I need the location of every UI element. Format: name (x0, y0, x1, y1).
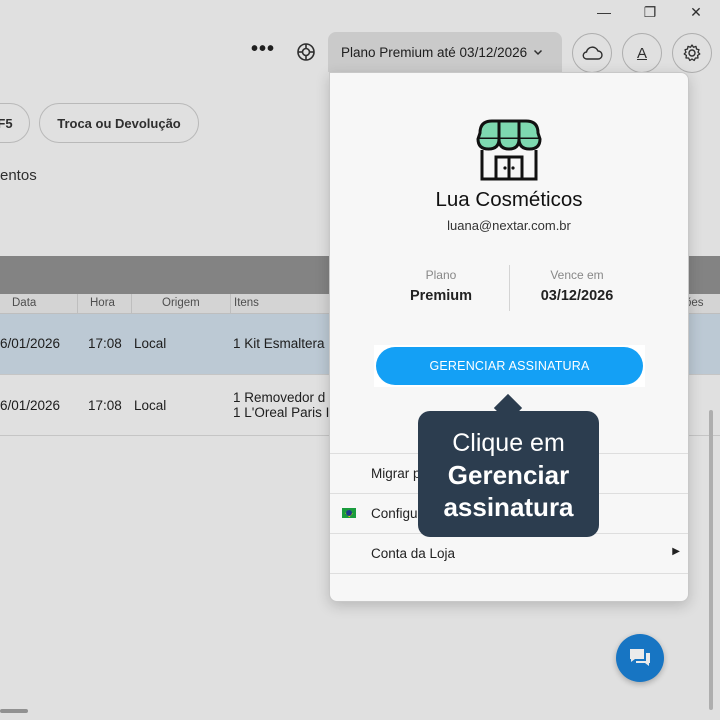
plan-dropdown-button[interactable]: Plano Premium até 03/12/2026 (328, 32, 562, 72)
settings-button[interactable] (672, 33, 712, 73)
close-button[interactable]: ✕ (676, 2, 716, 22)
store-email: luana@nextar.com.br (447, 218, 571, 233)
column-divider (230, 294, 231, 314)
support-icon[interactable] (292, 38, 320, 66)
plan-dropdown-label: Plano Premium até 03/12/2026 (341, 44, 528, 60)
menu-item-label: Migrar p (371, 466, 421, 481)
cloud-sync-button[interactable] (572, 33, 612, 73)
menu-item-label: Configu (371, 506, 418, 521)
cell-item: 1 L'Oreal Paris I (233, 405, 330, 420)
vertical-scrollbar[interactable] (709, 410, 713, 710)
tooltip-line-1: Clique em (452, 429, 565, 457)
maximize-button[interactable]: ❐ (630, 2, 670, 22)
menu-item-empty (330, 573, 688, 601)
plan-value: Premium (409, 288, 473, 304)
col-itens[interactable]: Itens (234, 297, 259, 309)
cell-data: 6/01/2026 (0, 398, 61, 413)
cell-hora: 17:08 (88, 398, 122, 413)
cell-origem: Local (134, 336, 167, 351)
store-name: Lua Cosméticos (435, 188, 583, 211)
manage-highlight: GERENCIAR ASSINATURA (374, 345, 645, 387)
column-divider (131, 294, 132, 314)
menu-item-label: Conta da Loja (371, 546, 456, 561)
chat-icon (630, 649, 650, 666)
cell-origem: Local (134, 398, 167, 413)
cell-data: 6/01/2026 (0, 336, 61, 351)
tooltip-line-3: assinatura (443, 492, 574, 522)
cloud-icon (582, 46, 603, 60)
gear-icon (683, 44, 701, 62)
due-value: 03/12/2026 (540, 288, 614, 304)
troca-devolucao-button[interactable]: Troca ou Devolução (39, 103, 199, 143)
chat-button[interactable] (616, 634, 664, 682)
cell-item: 1 Kit Esmaltera (233, 336, 325, 351)
more-options-button[interactable]: ••• (248, 38, 278, 66)
col-hora[interactable]: Hora (90, 297, 115, 309)
manage-subscription-button[interactable]: GERENCIAR ASSINATURA (376, 347, 643, 385)
chevron-right-icon: ▶ (672, 546, 680, 557)
cell-item: 1 Removedor d (233, 390, 326, 405)
plan-label: Plano (425, 268, 457, 282)
due-label: Vence em (550, 268, 604, 282)
col-origem[interactable]: Origem (162, 297, 200, 309)
col-data[interactable]: Data (12, 297, 36, 309)
menu-item-conta-da-loja[interactable]: Conta da Loja ▶ (330, 533, 688, 573)
store-icon (476, 119, 542, 181)
column-divider (77, 294, 78, 314)
chevron-down-icon (534, 49, 543, 56)
section-heading: entos (0, 167, 37, 184)
horizontal-scrollbar[interactable] (0, 709, 28, 713)
instruction-tooltip: Clique em Gerenciar assinatura (418, 411, 599, 537)
nf-button[interactable]: F5 (0, 103, 30, 143)
minimize-button[interactable]: — (584, 2, 624, 22)
flag-globe (346, 510, 352, 516)
tooltip-line-2: Gerenciar (447, 460, 570, 490)
font-size-button[interactable]: A (622, 33, 662, 73)
cell-hora: 17:08 (88, 336, 122, 351)
